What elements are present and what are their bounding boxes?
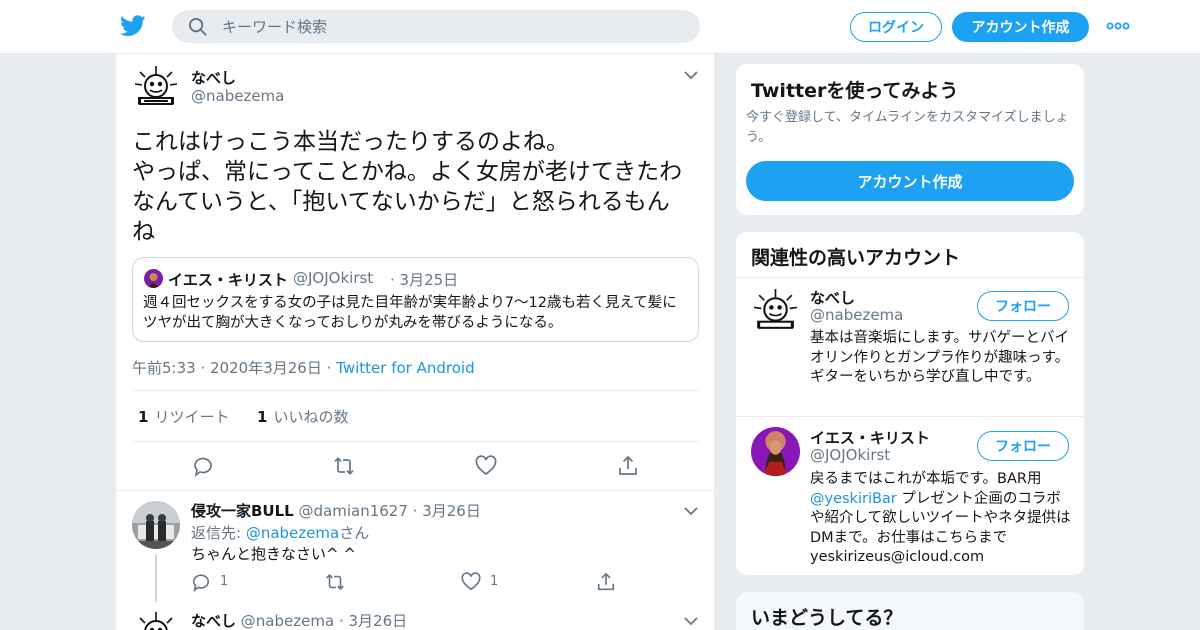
reply-photo [132,501,180,549]
twitter-bird-icon[interactable] [120,14,146,38]
reply-icon[interactable] [192,455,214,477]
quoted-author-name: イエス・キリスト [168,271,288,289]
account-avatar[interactable] [751,287,800,336]
account-handle[interactable]: @nabezema [810,306,903,324]
tweet-source-link[interactable]: Twitter for Android [336,359,474,377]
signup-button[interactable]: アカウント作成 [952,12,1089,42]
like-stat[interactable]: 1 いいねの数 [257,408,348,426]
account-avatar[interactable] [751,427,800,476]
reply-date[interactable]: 3月26日 [422,502,481,520]
account-handle[interactable]: @JOJOkirst [810,446,890,464]
signup-card: Twitterを使ってみよう 今すぐ登録して、タイムラインをカスタマイズしましょ… [735,63,1085,216]
reply-header: なべし @nabezema · 3月26日 [191,612,408,630]
reply-text: ちゃんと抱きなさい^ ^ [191,545,356,563]
bio-mention-link[interactable]: @yeskiriBar [810,491,897,507]
like-count: 1 [490,574,499,589]
divider [116,490,714,491]
reply-to-link[interactable]: @nabezema [246,524,339,542]
trends-title: いまどうしてる？ [751,607,903,629]
trends-card: いまどうしてる？ [735,591,1085,630]
account-bio: 基本は音楽垢にします。サバゲーとバイオリン作りとガンプラ作りが趣味っす。 ギター… [810,330,1070,385]
follow-button[interactable]: フォロー [977,291,1069,321]
reply-avatar[interactable] [132,501,180,549]
account-name[interactable]: イエス・キリスト [810,427,930,448]
account-name[interactable]: なべし [810,287,855,308]
retweet-stat[interactable]: 1 リツイート [138,408,229,426]
quoted-tweet[interactable]: イエス・キリスト @JOJOkirst · 3月25日 週４回セックスをする女の… [132,257,699,342]
share-icon[interactable] [617,455,639,477]
reply-icon[interactable] [191,572,211,592]
chevron-down-icon[interactable] [684,70,698,80]
reply-author-name[interactable]: 侵攻一家BULL [191,502,294,520]
chevron-down-icon[interactable] [684,616,698,626]
top-bar: ログイン アカウント作成 [0,0,1200,54]
reply-author-handle[interactable]: @damian1627 [299,502,408,520]
login-button[interactable]: ログイン [850,12,942,42]
reply-header: 侵攻一家BULL @damian1627 · 3月26日 [191,502,481,520]
account-photo [751,427,800,476]
nabesi-logo-icon [132,610,180,630]
create-account-button[interactable]: アカウント作成 [746,161,1074,201]
tweet-column: なべし @nabezema これはけっこう本当だったりするのよね。 やっぱ、常に… [115,54,715,630]
quoted-author-handle: @JOJOkirst [293,269,374,287]
quoted-avatar [144,269,163,288]
search-input[interactable] [222,10,682,43]
tweet-date: 2020年3月26日 [210,359,322,377]
tweet-metadata: 午前5:33 · 2020年3月26日 · Twitter for Androi… [132,359,475,377]
divider [736,277,1084,278]
tweet-stats: 1 リツイート 1 いいねの数 [138,406,348,427]
nabesi-logo-icon [132,64,180,112]
tweet-author-handle[interactable]: @nabezema [191,87,284,105]
retweet-icon[interactable] [325,572,345,592]
reply-avatar[interactable] [132,610,180,630]
divider [132,390,699,391]
quoted-date: · 3月25日 [390,271,459,289]
reply-author-name[interactable]: なべし [191,612,236,630]
like-heart-icon[interactable] [475,455,497,477]
search-box[interactable] [172,10,700,43]
search-icon [188,17,207,36]
tweet-author-name[interactable]: なべし [191,67,236,88]
quoted-text: 週４回セックスをする女の子は見た目年齢が実年齢より7～12歳も若く見えて髪にツヤ… [143,295,677,331]
chevron-down-icon[interactable] [684,506,698,516]
retweet-icon[interactable] [333,455,355,477]
nabesi-logo-icon [751,287,800,336]
reply-count: 1 [220,574,229,589]
thread-line [155,554,157,602]
signup-card-title: Twitterを使ってみよう [751,80,959,102]
divider [736,416,1084,417]
tweet-text: これはけっこう本当だったりするのよね。 やっぱ、常にってことかね。よく女房が老け… [132,129,683,245]
reply-date[interactable]: 3月26日 [348,612,407,630]
share-icon[interactable] [596,572,616,592]
follow-button[interactable]: フォロー [977,431,1069,461]
avatar[interactable] [132,64,180,112]
reply-author-handle[interactable]: @nabezema [241,612,334,630]
account-bio: 戻るまではこれが本垢です。BAR用 @yeskiriBar プレゼント企画のコラ… [810,471,1071,565]
signup-card-subtitle: 今すぐ登録して、タイムラインをカスタマイズしましょう。 [746,110,1069,145]
more-options-icon[interactable] [1106,18,1130,34]
like-heart-icon[interactable] [461,572,481,592]
tweet-time: 午前5:33 [132,359,196,377]
related-accounts-title: 関連性の高いアカウント [751,247,961,269]
reply-to-line: 返信先: @nabezemaさん [191,524,370,542]
divider [132,441,699,442]
related-accounts-card: 関連性の高いアカウント なべし @nabezema フォロー 基本は音楽垢にしま… [735,231,1085,576]
